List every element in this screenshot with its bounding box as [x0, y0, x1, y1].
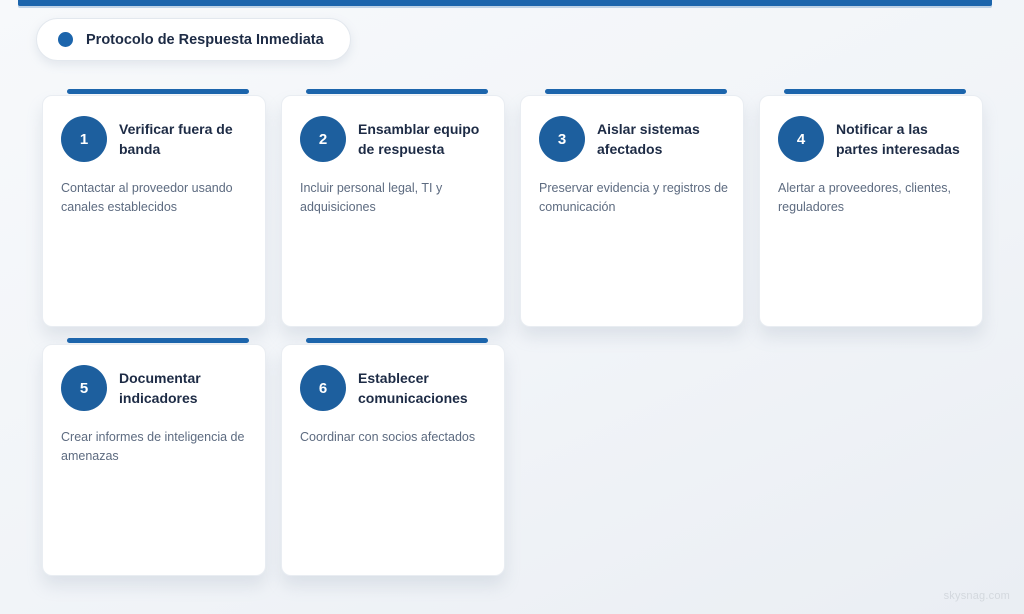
- step-description: Contactar al proveedor usando canales es…: [61, 181, 233, 215]
- step-number: 5: [79, 379, 89, 397]
- protocol-step-card: 5 Documentar indicadores Crear informes …: [42, 338, 266, 576]
- step-title: Aislar sistemas afectados: [597, 120, 700, 157]
- protocol-step-card: 2 Ensamblar equipo de respuesta Incluir …: [281, 89, 505, 327]
- step-title: Notificar a las partes interesadas: [836, 120, 960, 157]
- page-title: Protocolo de Respuesta Inmediata: [86, 31, 324, 48]
- card-header: 5 Documentar indicadores: [43, 345, 265, 411]
- step-number-badge: 3: [539, 116, 585, 162]
- step-description: Incluir personal legal, TI y adquisicion…: [300, 181, 443, 215]
- step-number-badge: 4: [778, 116, 824, 162]
- card-top-accent-bar: [306, 89, 488, 94]
- card-header: 1 Verificar fuera de banda: [43, 96, 265, 162]
- card-header: 4 Notificar a las partes interesadas: [760, 96, 982, 162]
- bullet-dot-icon: [58, 32, 73, 47]
- page-background: Protocolo de Respuesta Inmediata 1 Verif…: [0, 0, 1024, 614]
- step-number-badge: 2: [300, 116, 346, 162]
- step-number: 1: [79, 130, 89, 148]
- step-description: Preservar evidencia y registros de comun…: [539, 181, 728, 215]
- step-number: 3: [557, 130, 567, 148]
- watermark-text: skysnag.com: [943, 590, 1010, 602]
- protocol-step-card: 4 Notificar a las partes interesadas Ale…: [759, 89, 983, 327]
- step-title: Documentar indicadores: [119, 369, 201, 406]
- protocol-step-card: 1 Verificar fuera de banda Contactar al …: [42, 89, 266, 327]
- card-header: 2 Ensamblar equipo de respuesta: [282, 96, 504, 162]
- card-top-accent-bar: [545, 89, 727, 94]
- step-title: Establecer comunicaciones: [358, 369, 468, 406]
- step-number-badge: 6: [300, 365, 346, 411]
- step-number: 4: [796, 130, 806, 148]
- step-description: Crear informes de inteligencia de amenaz…: [61, 430, 245, 464]
- card-top-accent-bar: [67, 89, 249, 94]
- top-accent-bar: [18, 0, 992, 6]
- step-description: Alertar a proveedores, clientes, regulad…: [778, 181, 952, 215]
- step-title: Verificar fuera de banda: [119, 120, 233, 157]
- step-number: 2: [318, 130, 328, 148]
- protocol-step-card: 3 Aislar sistemas afectados Preservar ev…: [520, 89, 744, 327]
- step-title: Ensamblar equipo de respuesta: [358, 120, 480, 157]
- protocol-step-card: 6 Establecer comunicaciones Coordinar co…: [281, 338, 505, 576]
- card-header: 3 Aislar sistemas afectados: [521, 96, 743, 162]
- card-header: 6 Establecer comunicaciones: [282, 345, 504, 411]
- step-number: 6: [318, 379, 328, 397]
- card-top-accent-bar: [306, 338, 488, 343]
- step-number-badge: 5: [61, 365, 107, 411]
- protocol-header-pill: Protocolo de Respuesta Inmediata: [36, 18, 351, 61]
- card-top-accent-bar: [784, 89, 966, 94]
- step-description: Coordinar con socios afectados: [300, 430, 476, 444]
- step-number-badge: 1: [61, 116, 107, 162]
- protocol-steps-grid: 1 Verificar fuera de banda Contactar al …: [42, 89, 983, 576]
- card-top-accent-bar: [67, 338, 249, 343]
